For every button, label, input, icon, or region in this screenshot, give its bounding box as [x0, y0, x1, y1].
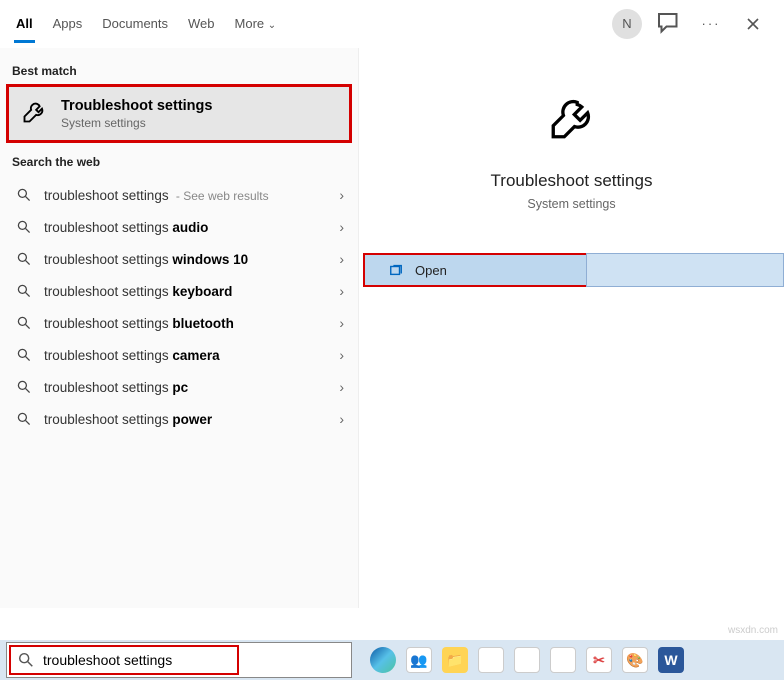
tab-apps[interactable]: Apps [53, 2, 83, 45]
search-icon [16, 411, 32, 427]
search-icon [16, 187, 32, 203]
header-actions: N ··· [612, 9, 768, 39]
search-icon [17, 651, 35, 669]
taskbar: 👥 📁 ◉ # ◉ ✂ 🎨 W [0, 640, 784, 680]
preview-panel: Troubleshoot settings System settings Op… [358, 48, 784, 608]
search-icon [16, 219, 32, 235]
web-result-text: troubleshoot settings - See web results [44, 188, 327, 203]
web-result-item[interactable]: troubleshoot settings pc › [0, 371, 356, 403]
search-icon [16, 283, 32, 299]
wrench-icon [359, 88, 784, 153]
best-match-item[interactable]: Troubleshoot settings System settings [6, 84, 352, 143]
open-label: Open [415, 263, 447, 278]
taskbar-app-edge[interactable] [370, 647, 396, 673]
action-row: Open [359, 253, 784, 287]
taskbar-app-snip[interactable]: ✂ [586, 647, 612, 673]
tab-documents[interactable]: Documents [102, 2, 168, 45]
chevron-right-icon: › [339, 411, 344, 427]
filter-tabs: All Apps Documents Web More ⌄ [16, 2, 612, 45]
main-content: Best match Troubleshoot settings System … [0, 48, 784, 608]
tab-more[interactable]: More ⌄ [235, 2, 277, 45]
action-filler[interactable] [586, 253, 784, 287]
chevron-down-icon: ⌄ [268, 20, 276, 31]
chevron-right-icon: › [339, 187, 344, 203]
taskbar-app-files[interactable]: 📁 [442, 647, 468, 673]
taskbar-app-word[interactable]: W [658, 647, 684, 673]
open-button[interactable]: Open [363, 253, 586, 287]
top-header: All Apps Documents Web More ⌄ N ··· [0, 0, 784, 48]
web-result-text: troubleshoot settings pc [44, 380, 327, 395]
chevron-right-icon: › [339, 283, 344, 299]
watermark: wsxdn.com [728, 625, 778, 636]
tab-web[interactable]: Web [188, 2, 215, 45]
web-result-text: troubleshoot settings power [44, 412, 327, 427]
web-result-item[interactable]: troubleshoot settings audio › [0, 211, 356, 243]
tab-all[interactable]: All [16, 2, 33, 45]
best-match-subtitle: System settings [61, 116, 212, 130]
web-result-item[interactable]: troubleshoot settings camera › [0, 339, 356, 371]
web-result-text: troubleshoot settings windows 10 [44, 252, 327, 267]
wrench-icon [21, 97, 49, 130]
web-result-item[interactable]: troubleshoot settings windows 10 › [0, 243, 356, 275]
web-result-item[interactable]: troubleshoot settings power › [0, 403, 356, 435]
close-icon[interactable] [738, 9, 768, 39]
taskbar-app-paint[interactable]: 🎨 [622, 647, 648, 673]
search-web-label: Search the web [0, 149, 358, 175]
results-panel: Best match Troubleshoot settings System … [0, 48, 358, 608]
web-result-item[interactable]: troubleshoot settings keyboard › [0, 275, 356, 307]
taskbar-app-teams[interactable]: 👥 [406, 647, 432, 673]
more-icon[interactable]: ··· [696, 9, 726, 39]
web-result-text: troubleshoot settings camera [44, 348, 327, 363]
search-icon [16, 347, 32, 363]
web-result-text: troubleshoot settings bluetooth [44, 316, 327, 331]
taskbar-app-slack[interactable]: # [514, 647, 540, 673]
web-result-item[interactable]: troubleshoot settings bluetooth › [0, 307, 356, 339]
chevron-right-icon: › [339, 219, 344, 235]
chevron-right-icon: › [339, 315, 344, 331]
best-match-title: Troubleshoot settings [61, 98, 212, 114]
user-avatar[interactable]: N [612, 9, 642, 39]
preview-content: Troubleshoot settings System settings [359, 48, 784, 211]
best-match-label: Best match [0, 58, 358, 84]
chevron-right-icon: › [339, 379, 344, 395]
search-icon [16, 251, 32, 267]
web-result-item[interactable]: troubleshoot settings - See web results … [0, 179, 356, 211]
search-icon [16, 379, 32, 395]
preview-subtitle: System settings [359, 197, 784, 211]
search-input[interactable] [43, 652, 341, 668]
chevron-right-icon: › [339, 347, 344, 363]
preview-title: Troubleshoot settings [359, 171, 784, 191]
search-box[interactable] [6, 642, 352, 678]
best-match-text: Troubleshoot settings System settings [61, 98, 212, 130]
open-icon [389, 263, 403, 277]
taskbar-apps: 👥 📁 ◉ # ◉ ✂ 🎨 W [370, 647, 684, 673]
search-icon [16, 315, 32, 331]
web-results-list: troubleshoot settings - See web results … [0, 175, 358, 435]
web-result-text: troubleshoot settings audio [44, 220, 327, 235]
web-result-text: troubleshoot settings keyboard [44, 284, 327, 299]
taskbar-app-chrome2[interactable]: ◉ [550, 647, 576, 673]
chevron-right-icon: › [339, 251, 344, 267]
taskbar-app-chrome[interactable]: ◉ [478, 647, 504, 673]
feedback-icon[interactable] [654, 9, 684, 39]
